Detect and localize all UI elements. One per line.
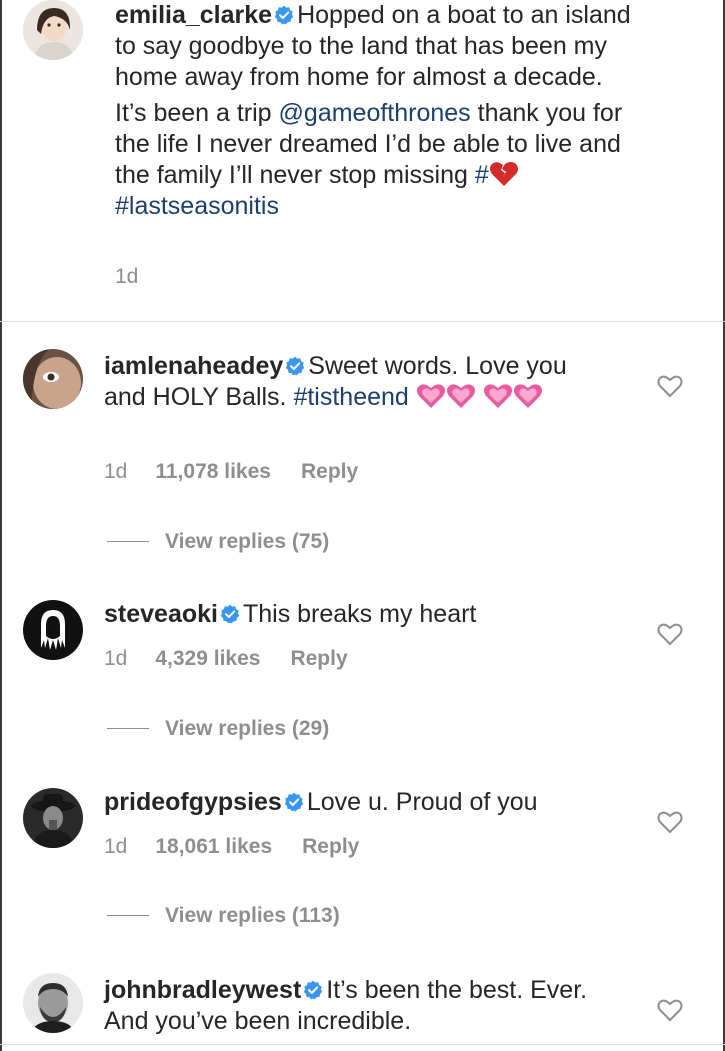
comment-text: prideofgypsies Love u. Proud of you — [104, 787, 604, 818]
view-replies-button[interactable]: View replies (75) — [107, 530, 329, 554]
comment-meta: 1d 11,078 likes Reply — [104, 460, 358, 484]
likes-count[interactable]: 11,078 likes — [155, 460, 271, 483]
comment-text: johnbradleywest It’s been the best. Ever.… — [104, 975, 604, 1037]
post-caption: emilia_clarke Hopped on a boat to an isla… — [0, 0, 725, 322]
verified-badge-icon — [285, 356, 305, 376]
comment-username[interactable]: iamlenaheadey — [104, 352, 283, 380]
avatar[interactable] — [23, 349, 83, 409]
comment-meta: 1d 18,061 likes Reply — [104, 835, 359, 859]
like-heart-icon[interactable] — [657, 998, 683, 1022]
avatar[interactable] — [23, 0, 83, 60]
mention-link[interactable]: @gameofthrones — [279, 99, 471, 127]
comment-body: Love u. Proud of you — [306, 788, 538, 816]
verified-badge-icon — [303, 980, 323, 1000]
post-timestamp: 1d — [115, 265, 139, 288]
post-text: emilia_clarke Hopped on a boat to an isla… — [115, 0, 635, 222]
reply-button[interactable]: Reply — [290, 647, 347, 670]
hashtag-symbol-link[interactable]: # — [475, 161, 489, 189]
comment-username[interactable]: prideofgypsies — [104, 788, 282, 816]
view-replies-label: View replies (113) — [165, 904, 340, 927]
view-replies-label: View replies (75) — [165, 530, 330, 553]
comment-username[interactable]: johnbradleywest — [104, 976, 301, 1004]
divider-line — [107, 541, 149, 542]
verified-badge-icon — [284, 792, 304, 812]
comment-meta: 1d 4,329 likes Reply — [104, 647, 348, 671]
sparkling-heart-icon — [483, 382, 513, 410]
likes-count[interactable]: 4,329 likes — [155, 647, 260, 670]
comment-text: steveaoki This breaks my heart — [104, 599, 604, 630]
comment-text: iamlenaheadey Sweet words. Love you and H… — [104, 351, 604, 413]
sparkling-heart-icon — [416, 382, 446, 410]
broken-heart-icon — [489, 160, 519, 188]
like-heart-icon[interactable] — [657, 810, 683, 834]
comment-username[interactable]: steveaoki — [104, 600, 218, 628]
divider-line — [0, 1044, 725, 1045]
view-replies-button[interactable]: View replies (29) — [107, 717, 329, 741]
comment-body: This breaks my heart — [242, 600, 477, 628]
hashtag-link[interactable]: #tistheend — [293, 383, 408, 411]
like-heart-icon[interactable] — [657, 374, 683, 398]
divider-line — [107, 728, 149, 729]
like-heart-icon[interactable] — [657, 622, 683, 646]
avatar[interactable] — [23, 600, 83, 660]
view-replies-button[interactable]: View replies (113) — [107, 904, 340, 928]
comment-timestamp: 1d — [104, 835, 128, 858]
avatar[interactable] — [23, 973, 83, 1033]
reply-button[interactable]: Reply — [302, 835, 359, 858]
likes-count[interactable]: 18,061 likes — [155, 835, 272, 858]
reply-button[interactable]: Reply — [301, 460, 358, 483]
post-username[interactable]: emilia_clarke — [115, 1, 272, 29]
sparkling-heart-icon — [446, 382, 476, 410]
verified-badge-icon — [274, 5, 294, 25]
comment-timestamp: 1d — [104, 647, 128, 670]
view-replies-label: View replies (29) — [165, 717, 330, 740]
hashtag-link[interactable]: #lastseasonitis — [115, 192, 279, 220]
comment-timestamp: 1d — [104, 460, 128, 483]
verified-badge-icon — [220, 604, 240, 624]
divider-line — [107, 915, 149, 916]
sparkling-heart-icon — [513, 382, 543, 410]
avatar[interactable] — [23, 788, 83, 848]
post-text-part: It’s been a trip — [115, 99, 279, 127]
